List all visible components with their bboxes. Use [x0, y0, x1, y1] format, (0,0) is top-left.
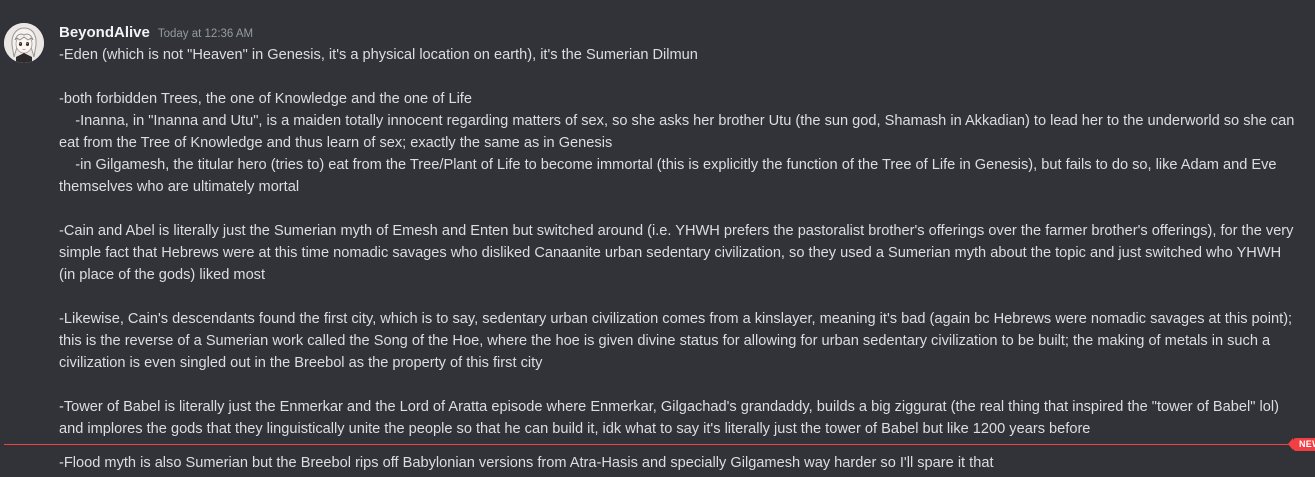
user-avatar[interactable] — [4, 23, 44, 63]
message-header: BeyondAlive Today at 12:36 AM — [59, 24, 253, 44]
anime-character-icon — [4, 23, 44, 63]
chat-message: BeyondAlive Today at 12:36 AM -Eden (whi… — [0, 0, 1315, 448]
new-messages-divider — [4, 444, 1294, 445]
message-content: -Eden (which is not "Heaven" in Genesis,… — [59, 47, 1295, 437]
username[interactable]: BeyondAlive — [59, 24, 150, 41]
new-messages-badge: NEW — [1288, 438, 1315, 451]
next-message-content: -Flood myth is also Sumerian but the Bre… — [59, 455, 994, 471]
timestamp[interactable]: Today at 12:36 AM — [158, 28, 253, 40]
